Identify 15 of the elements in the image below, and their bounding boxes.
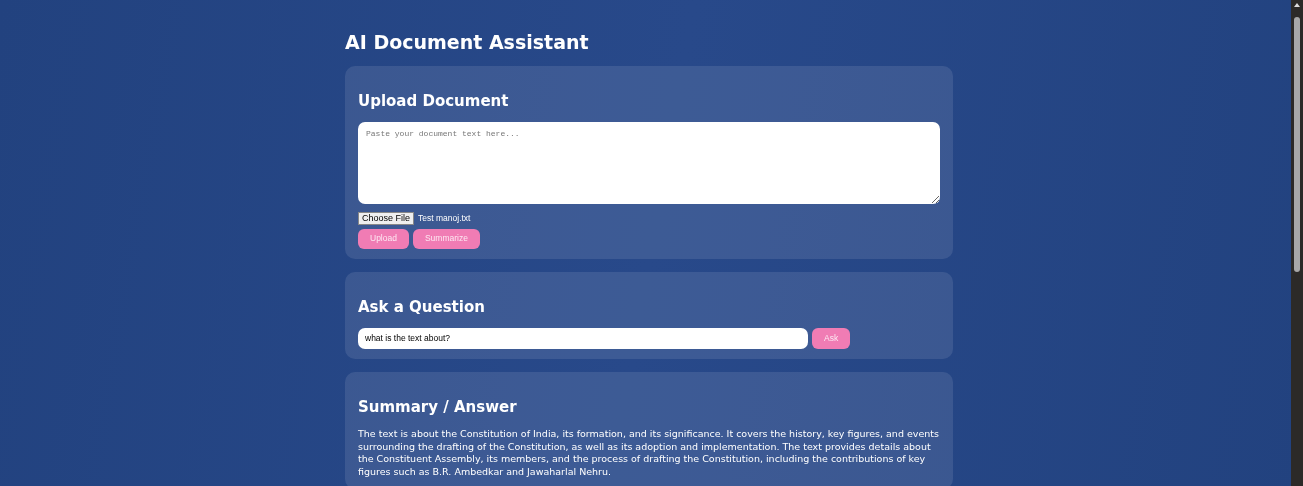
scrollbar[interactable] [1291, 0, 1303, 486]
ask-button[interactable]: Ask [812, 327, 851, 349]
section-heading: Upload Document [358, 91, 510, 110]
scrollbar-thumb[interactable] [1294, 17, 1300, 272]
scroll-up-icon[interactable] [1294, 3, 1300, 7]
summarize-button[interactable]: Summarize [412, 228, 480, 249]
page-title: AI Document Assistant [345, 31, 590, 54]
file-name: Test manoj.txt [418, 211, 471, 225]
question-field[interactable]: what is the text about? [358, 327, 808, 349]
upload-button[interactable]: Upload [358, 228, 409, 249]
document-textarea[interactable]: Paste your document text here... [358, 121, 940, 204]
choose-file-button[interactable]: Choose File [358, 211, 415, 225]
answer-text: The text is about the Constitution of India, its formation, and its significance. It covers the history, key figures, and events surrounding the drafting of the Constitution, as well as its adoption and implementation. The text provides details about the Constituent Assembly, its members, and the process of drafting the Constitution, including the contributions of key figures such as B.R. Ambedkar and Jawaharlal Nehru. [358, 427, 940, 480]
section-heading: Summary / Answer [358, 397, 518, 416]
section-heading: Ask a Question [358, 297, 486, 316]
